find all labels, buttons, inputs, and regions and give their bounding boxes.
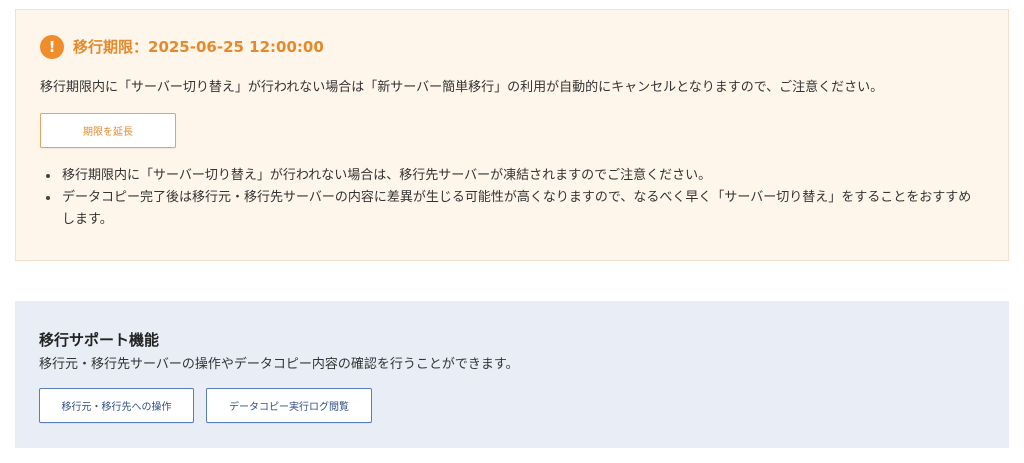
support-description: 移行元・移行先サーバーの操作やデータコピー内容の確認を行うことができます。 [39, 357, 519, 372]
exclamation-icon: ! [40, 34, 64, 59]
deadline-row: ! 移行期限：2025-06-25 12:00:00 [40, 34, 324, 59]
migration-deadline-notice: ! 移行期限：2025-06-25 12:00:00 移行期限内に「サーバー切り… [15, 9, 1009, 261]
list-item: データコピー完了後は移行元・移行先サーバーの内容に差異が生じる可能性が高くなりま… [46, 187, 976, 231]
extend-deadline-button[interactable]: 期限を延長 [40, 113, 176, 148]
support-title: 移行サポート機能 [39, 331, 160, 349]
deadline-heading: 移行期限：2025-06-25 12:00:00 [73, 38, 324, 56]
notice-bullet-list: 移行期限内に「サーバー切り替え」が行われない場合は、移行先サーバーが凍結されます… [46, 165, 976, 231]
server-operations-button[interactable]: 移行元・移行先への操作 [39, 388, 194, 423]
migration-support-panel: 移行サポート機能 移行元・移行先サーバーの操作やデータコピー内容の確認を行うこと… [15, 301, 1009, 448]
notice-description: 移行期限内に「サーバー切り替え」が行われない場合は「新サーバー簡単移行」の利用が… [40, 80, 884, 95]
list-item: 移行期限内に「サーバー切り替え」が行われない場合は、移行先サーバーが凍結されます… [46, 165, 976, 187]
copy-log-view-button[interactable]: データコピー実行ログ閲覧 [206, 388, 372, 423]
